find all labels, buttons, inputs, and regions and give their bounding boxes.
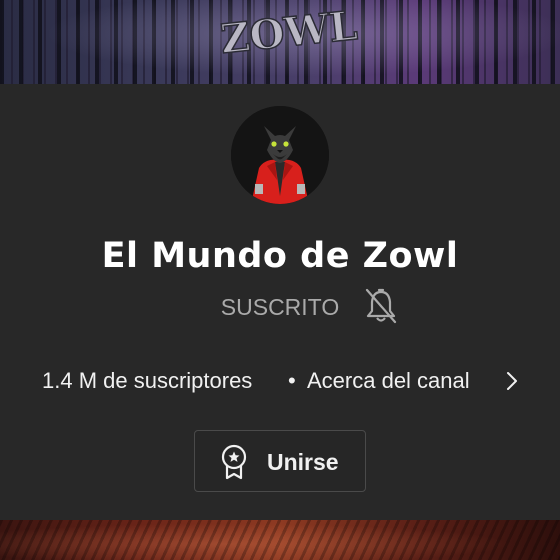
subscriber-count: 1.4 M de suscriptores (42, 368, 253, 393)
banner-logo-text: ZOWL (218, 4, 359, 63)
join-button-label: Unirse (267, 449, 339, 475)
notification-bell-button[interactable] (362, 286, 400, 326)
chevron-right-icon[interactable] (502, 370, 522, 392)
stats-separator: • (288, 368, 296, 393)
channel-title: El Mundo de Zowl (101, 236, 459, 276)
bell-off-icon (365, 288, 397, 324)
channel-avatar[interactable] (231, 106, 329, 204)
wolf-avatar-icon (231, 106, 329, 204)
join-button[interactable]: Unirse (194, 430, 366, 492)
channel-header-screen: ZOWL El Mundo de Zowl SUSCRITO 1.4 M de … (0, 0, 560, 560)
channel-stats-row: 1.4 M de suscriptores • Acerca del canal (0, 364, 560, 398)
channel-banner-bottom (0, 520, 560, 560)
banner-bottom-texture (0, 520, 560, 560)
subscribed-button[interactable]: SUSCRITO (214, 290, 346, 324)
channel-banner-top: ZOWL (0, 0, 560, 84)
membership-badge-icon (221, 444, 247, 480)
about-channel-link[interactable]: Acerca del canal (307, 364, 470, 398)
banner-logo: ZOWL (217, 4, 360, 64)
